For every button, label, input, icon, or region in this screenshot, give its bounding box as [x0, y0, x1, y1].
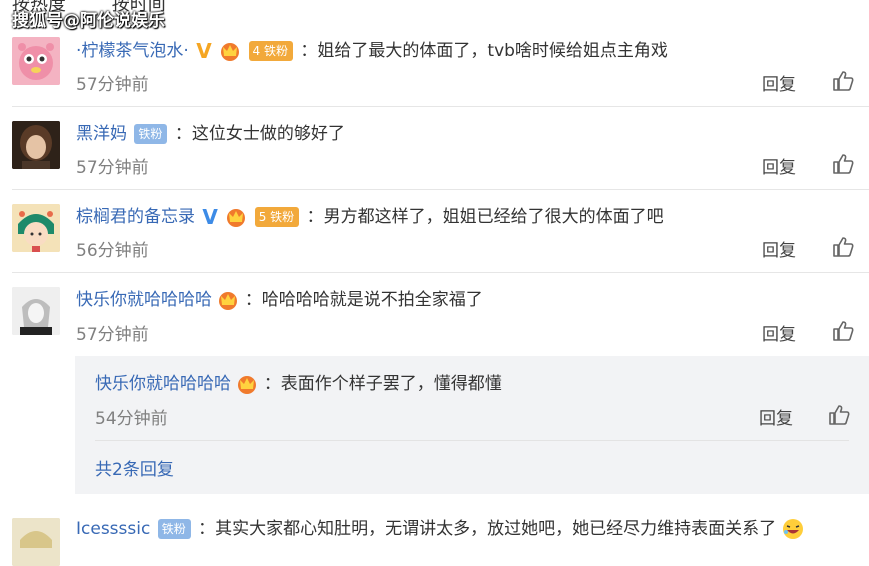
comment-text: ：这位女士做的够好了: [174, 124, 345, 144]
verified-v-icon: V: [202, 205, 218, 229]
thumbs-up-icon[interactable]: [832, 70, 854, 92]
user-name[interactable]: 快乐你就哈哈哈哈: [95, 374, 231, 394]
reply-button[interactable]: 回复: [762, 70, 796, 95]
divider: [12, 106, 869, 107]
divider: [12, 272, 869, 273]
avatar[interactable]: [12, 37, 60, 85]
pink-creature-avatar-icon: [12, 37, 60, 85]
iron-fan-badge: 4 铁粉: [248, 41, 293, 61]
divider: [12, 189, 869, 190]
comment-time: 57分钟前: [76, 325, 149, 345]
anime-avatar-icon: [12, 518, 60, 566]
comment-time: 54分钟前: [95, 409, 168, 429]
iron-fan-badge: 铁粉: [157, 519, 191, 539]
thumbs-up-icon[interactable]: [832, 153, 854, 175]
comment-time: 57分钟前: [76, 158, 149, 178]
crown-level-icon: [225, 207, 247, 227]
avatar[interactable]: [12, 518, 60, 566]
laughing-emoji-icon: [782, 518, 804, 540]
comment-time: 56分钟前: [76, 241, 149, 261]
fan-level: 5: [258, 210, 267, 224]
user-name[interactable]: 快乐你就哈哈哈哈: [76, 290, 212, 310]
thumbs-up-icon[interactable]: [828, 404, 850, 426]
crown-level-icon: [236, 374, 258, 394]
sketch-portrait-avatar-icon: [12, 287, 60, 335]
verified-v-icon: V: [196, 39, 212, 63]
avatar[interactable]: [12, 204, 60, 252]
comment-text: ：男方都这样了，姐姐已经给了很大的体面了吧: [306, 207, 664, 227]
iron-fan-badge: 铁粉: [134, 124, 168, 144]
reply-button[interactable]: 回复: [762, 320, 796, 345]
cartoon-girl-avatar-icon: [12, 204, 60, 252]
sort-tabs: 按热度 按时间 搜狐号@阿伦说娱乐: [0, 0, 869, 31]
fan-label: 铁粉: [270, 210, 295, 224]
watermark: 搜狐号@阿伦说娱乐: [12, 11, 165, 31]
fan-label: 铁粉: [263, 44, 288, 58]
comment-text: ：姐给了最大的体面了，tvb啥时候给姐点主角戏: [300, 41, 668, 61]
divider: [95, 440, 849, 441]
reply-button[interactable]: 回复: [762, 153, 796, 178]
avatar[interactable]: [12, 121, 60, 169]
crown-level-icon: [219, 41, 241, 61]
iron-fan-badge: 5 铁粉: [254, 207, 300, 227]
user-name[interactable]: ·柠檬茶气泡水·: [76, 41, 189, 61]
sub-reply-box: 快乐你就哈哈哈哈 ：表面作个样子罢了，懂得都懂 54分钟前 回复 共2条回复: [75, 356, 869, 494]
reply-button[interactable]: 回复: [759, 404, 793, 429]
reply-button[interactable]: 回复: [762, 236, 796, 261]
comment-text: ：表面作个样子罢了，懂得都懂: [263, 374, 502, 394]
user-name[interactable]: 黑洋妈: [76, 124, 127, 144]
thumbs-up-icon[interactable]: [832, 320, 854, 342]
crown-level-icon: [217, 290, 239, 310]
avatar[interactable]: [12, 287, 60, 335]
comment-time: 57分钟前: [76, 75, 149, 95]
user-name[interactable]: Icessssic: [76, 519, 150, 539]
comment-text: ：其实大家都心知肚明，无谓讲太多，放过她吧，她已经尽力维持表面关系了: [198, 519, 777, 539]
user-name[interactable]: 棕榈君的备忘录: [76, 207, 195, 227]
view-more-replies-link[interactable]: 共2条回复: [95, 455, 174, 480]
thumbs-up-icon[interactable]: [832, 236, 854, 258]
portrait-avatar-icon: [12, 121, 60, 169]
fan-level: 4: [252, 44, 261, 58]
comment-text: ：哈哈哈哈就是说不拍全家福了: [244, 290, 483, 310]
